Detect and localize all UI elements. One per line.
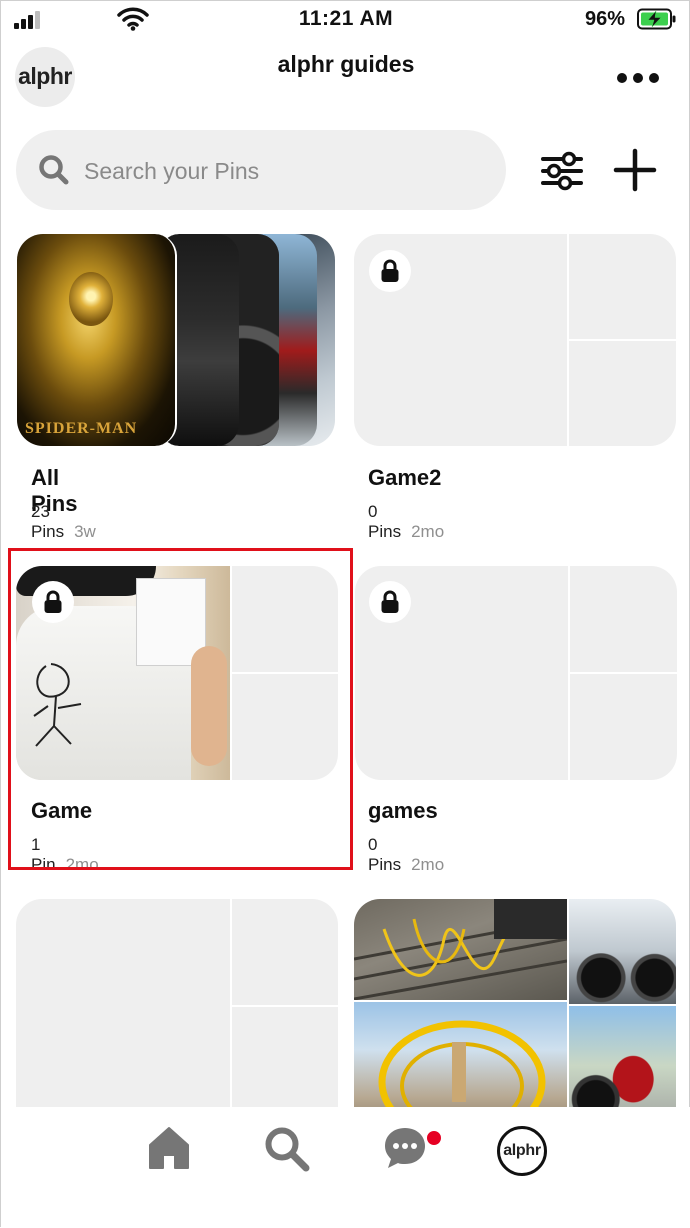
pin-count: 23 Pins <box>31 502 65 541</box>
lock-icon <box>369 250 411 292</box>
board-name: Game2 <box>368 465 442 490</box>
battery-percent: 96% <box>585 8 626 30</box>
board-cover <box>354 899 676 1139</box>
updated-ago: 3w <box>74 522 96 541</box>
page-title: alphr guides <box>277 51 415 77</box>
board-meta: 23 Pins 3w <box>31 502 96 542</box>
empty-tile <box>569 234 676 339</box>
plus-icon[interactable] <box>613 148 657 192</box>
empty-tile <box>570 674 677 780</box>
board-meta: 0 Pins 2mo <box>368 835 444 875</box>
pin-image <box>354 899 567 1000</box>
bottom-nav: alphr <box>1 1107 690 1228</box>
board-name: games <box>368 798 438 823</box>
pin-image <box>569 899 676 1004</box>
empty-tile <box>569 341 676 446</box>
pin-count: 0 Pins <box>368 502 402 541</box>
chat-icon[interactable] <box>382 1125 428 1171</box>
empty-tile <box>570 566 677 672</box>
board-cover <box>16 899 338 1139</box>
highlight-box <box>8 548 353 870</box>
board-cover <box>355 566 677 780</box>
more-dots-icon[interactable] <box>617 73 659 85</box>
sliders-icon[interactable] <box>539 149 585 191</box>
profile-tab-avatar[interactable]: alphr <box>497 1126 547 1176</box>
pin-image: SPIDER-MAN <box>17 234 177 446</box>
empty-tile <box>232 899 338 1005</box>
board-cover: SPIDER-MAN <box>17 234 335 446</box>
avatar-label: alphr <box>503 1142 541 1159</box>
empty-tile <box>16 899 230 1139</box>
unread-badge <box>425 1129 443 1147</box>
board-cover <box>354 234 676 446</box>
home-icon[interactable] <box>147 1125 191 1171</box>
search-bar[interactable] <box>16 130 506 210</box>
updated-ago: 2mo <box>411 522 445 541</box>
board-meta: 0 Pins 2mo <box>368 502 444 542</box>
search-input[interactable] <box>82 150 486 192</box>
search-icon[interactable] <box>263 1125 311 1173</box>
updated-ago: 2mo <box>411 855 445 874</box>
pin-count: 0 Pins <box>368 835 402 874</box>
poster-text: SPIDER-MAN <box>25 420 138 437</box>
battery-charging-icon <box>637 8 676 30</box>
search-icon <box>39 155 69 185</box>
lock-icon <box>369 581 411 623</box>
status-bar: 11:21 AM 96% <box>1 1 690 41</box>
